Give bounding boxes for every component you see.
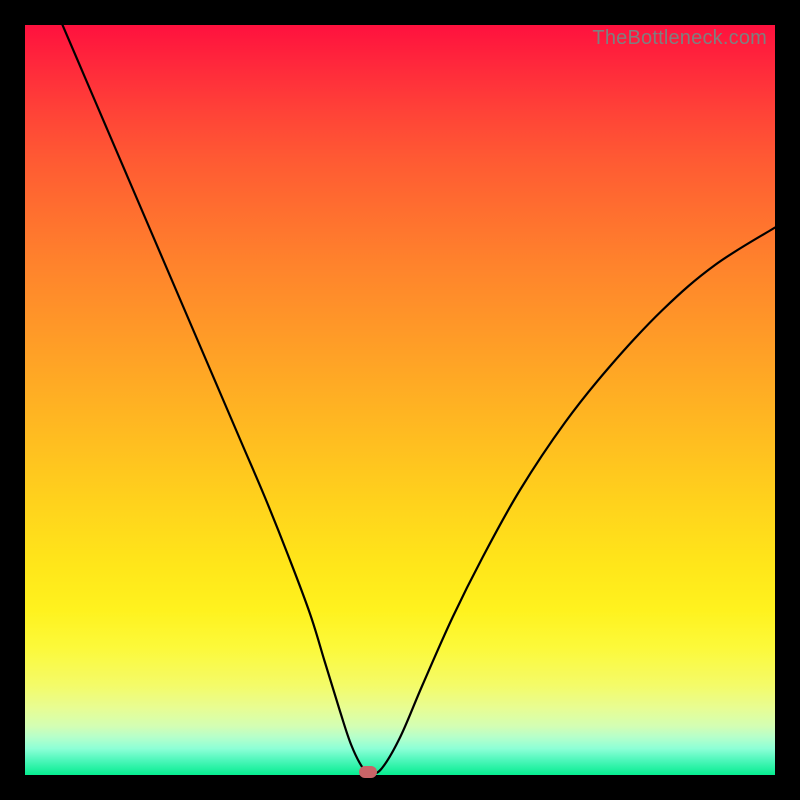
bottleneck-curve-path — [63, 25, 776, 773]
chart-frame: TheBottleneck.com — [0, 0, 800, 800]
curve-layer — [25, 25, 775, 775]
plot-area: TheBottleneck.com — [25, 25, 775, 775]
min-marker — [359, 766, 377, 778]
